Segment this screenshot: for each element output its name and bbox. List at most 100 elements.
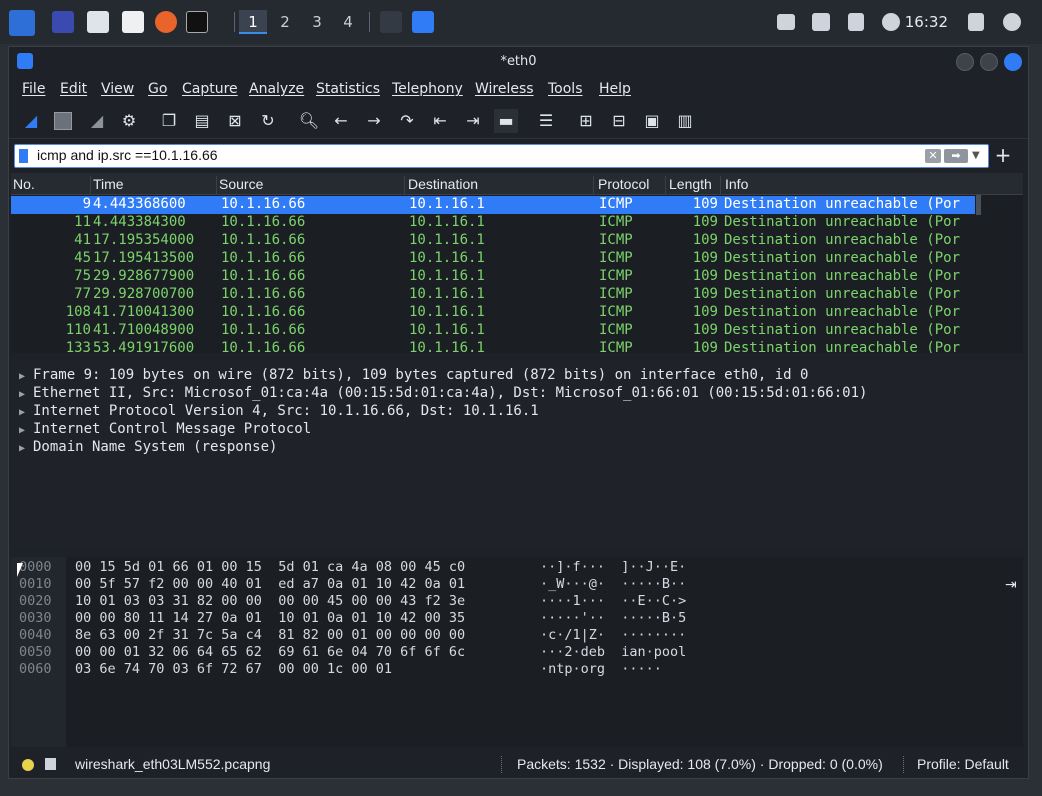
hex-ascii[interactable]: ·c·/1|Z· ········ <box>540 627 686 643</box>
workspace-3[interactable]: 3 <box>303 10 331 34</box>
bookmark-icon[interactable] <box>19 149 28 163</box>
hex-ascii[interactable]: ·ntp·org ····· <box>540 661 662 677</box>
notifications-icon[interactable] <box>848 13 864 31</box>
menu-edit[interactable]: Edit <box>60 81 87 97</box>
hex-bytes[interactable]: 00 5f 57 f2 00 00 40 01 ed a7 0a 01 10 4… <box>75 576 540 592</box>
title-bar[interactable]: *eth0 <box>9 47 1028 77</box>
go-to-packet-icon[interactable]: ↷ <box>395 109 419 133</box>
menu-go[interactable]: Go <box>148 81 167 97</box>
close-button[interactable] <box>1004 53 1022 71</box>
menu-statistics[interactable]: Statistics <box>316 81 380 97</box>
workspace-2[interactable]: 2 <box>271 10 299 34</box>
filter-history-icon[interactable]: ▼ <box>972 149 984 163</box>
lock-icon[interactable] <box>968 13 984 31</box>
zoom-in-icon[interactable]: ⊞ <box>574 109 598 133</box>
packet-row[interactable]: 77 29.928700700 10.1.16.66 10.1.16.1 ICMP 109… <box>11 286 977 304</box>
menu-telephony[interactable]: Telephony <box>392 81 463 97</box>
stop-capture-icon[interactable] <box>51 109 75 133</box>
find-packet-icon[interactable]: 🔍︎ <box>297 109 321 133</box>
packet-bytes[interactable]: 0000 00 15 5d 01 66 01 00 15 5d 01 ca 4a … <box>11 557 1023 747</box>
packet-row[interactable]: 41 17.195354000 10.1.16.66 10.1.16.1 ICMP 109… <box>11 232 977 250</box>
packet-row[interactable]: 45 17.195413500 10.1.16.66 10.1.16.1 ICMP 109… <box>11 250 977 268</box>
hex-bytes[interactable]: 10 01 03 03 31 82 00 00 00 00 45 00 00 4… <box>75 593 540 609</box>
column-protocol[interactable]: Protocol <box>598 176 666 194</box>
packet-list-scrollbar[interactable] <box>975 195 983 353</box>
column-no[interactable]: No. <box>13 176 91 194</box>
hex-bytes[interactable]: 00 00 80 11 14 27 0a 01 10 01 0a 01 10 4… <box>75 610 540 626</box>
hex-ascii[interactable]: ····1··· ··E··C·> <box>540 593 686 609</box>
kali-menu-icon[interactable] <box>9 10 35 36</box>
hex-ascii[interactable]: ·_W···@· ·····B·· <box>540 576 686 592</box>
packet-details[interactable]: ▶ Frame 9: 109 bytes on wire (872 bits), … <box>11 361 1023 549</box>
menu-tools[interactable]: Tools <box>548 81 583 97</box>
hex-row[interactable]: 0040 8e 63 00 2f 31 7c 5a c4 81 82 00 01 … <box>19 627 686 643</box>
power-icon[interactable] <box>882 13 900 31</box>
colorize-icon[interactable]: ☰ <box>534 109 558 133</box>
desktop-icon[interactable] <box>52 11 74 33</box>
hex-bytes[interactable]: 8e 63 00 2f 31 7c 5a c4 81 82 00 01 00 0… <box>75 627 540 643</box>
resize-columns-icon[interactable]: ▥ <box>673 109 697 133</box>
column-time[interactable]: Time <box>93 176 217 194</box>
hex-row[interactable]: 0060 03 6e 74 70 03 6f 72 67 00 00 1c 00 … <box>19 661 662 677</box>
column-destination[interactable]: Destination <box>408 176 594 194</box>
minimize-button[interactable] <box>956 53 974 71</box>
hex-row[interactable]: 0010 00 5f 57 f2 00 00 40 01 ed a7 0a 01 … <box>19 576 686 592</box>
hex-bytes[interactable]: 00 00 01 32 06 64 65 62 69 61 6e 04 70 6… <box>75 644 540 660</box>
filter-text[interactable]: icmp and ip.src ==10.1.16.66 <box>37 147 218 163</box>
hex-row[interactable]: 0000 00 15 5d 01 66 01 00 15 5d 01 ca 4a … <box>19 559 686 575</box>
packet-row[interactable]: 75 29.928677900 10.1.16.66 10.1.16.1 ICMP 109… <box>11 268 977 286</box>
capture-options-icon[interactable]: ⚙ <box>117 109 141 133</box>
volume-icon[interactable] <box>812 13 830 31</box>
menu-view[interactable]: View <box>101 81 134 97</box>
expert-info-icon[interactable] <box>22 759 34 771</box>
packet-row[interactable]: 9 4.443368600 10.1.16.66 10.1.16.1 ICMP 109 De… <box>11 196 977 214</box>
workspace-4[interactable]: 4 <box>334 10 362 34</box>
menu-wireless[interactable]: Wireless <box>475 81 534 97</box>
detail-ip[interactable]: ▶ Internet Protocol Version 4, Src: 10.1.… <box>19 403 539 419</box>
clear-filter-icon[interactable]: ✕ <box>925 149 941 163</box>
close-file-icon[interactable]: ⊠ <box>223 109 247 133</box>
start-capture-icon[interactable]: ◢ <box>19 109 43 133</box>
hex-row[interactable]: 0020 10 01 03 03 31 82 00 00 00 00 45 00 … <box>19 593 686 609</box>
firefox-icon[interactable] <box>155 11 177 33</box>
packet-row[interactable]: 11 4.443384300 10.1.16.66 10.1.16.1 ICMP 109 D… <box>11 214 977 232</box>
go-forward-icon[interactable]: → <box>362 109 386 133</box>
last-packet-icon[interactable]: ⇥ <box>461 109 485 133</box>
go-back-icon[interactable]: ← <box>329 109 353 133</box>
terminal-window-icon[interactable] <box>380 11 402 33</box>
detail-frame[interactable]: ▶ Frame 9: 109 bytes on wire (872 bits), … <box>19 367 808 383</box>
logout-icon[interactable] <box>1003 13 1021 31</box>
hex-bytes[interactable]: 03 6e 74 70 03 6f 72 67 00 00 1c 00 01 <box>75 661 540 677</box>
detail-dns[interactable]: ▶ Domain Name System (response) <box>19 439 277 455</box>
status-profile[interactable]: Profile: Default <box>917 756 1009 772</box>
menu-capture[interactable]: Capture <box>182 81 238 97</box>
normal-size-icon[interactable]: ▣ <box>640 109 664 133</box>
column-info[interactable]: Info <box>725 176 975 194</box>
detail-ethernet[interactable]: ▶ Ethernet II, Src: Microsof_01:ca:4a (00… <box>19 385 867 401</box>
menu-file[interactable]: File <box>22 81 45 97</box>
menu-help[interactable]: Help <box>599 81 631 97</box>
auto-scroll-icon[interactable]: ▬ <box>494 109 518 133</box>
maximize-button[interactable] <box>980 53 998 71</box>
workspace-1[interactable]: 1 <box>239 10 267 34</box>
reload-file-icon[interactable]: ↻ <box>256 109 280 133</box>
hex-ascii[interactable]: ···2·deb ian·pool <box>540 644 686 660</box>
packet-row[interactable]: 133 53.491917600 10.1.16.66 10.1.16.1 ICMP 10… <box>11 340 977 353</box>
hex-row[interactable]: 0030 00 00 80 11 14 27 0a 01 10 01 0a 01 … <box>19 610 686 626</box>
save-file-icon[interactable]: ▤ <box>190 109 214 133</box>
hex-ascii[interactable]: ··]·f··· ]··J··E· <box>540 559 686 575</box>
hex-row[interactable]: 0050 00 00 01 32 06 64 65 62 69 61 6e 04 … <box>19 644 686 660</box>
hex-bytes[interactable]: 00 15 5d 01 66 01 00 15 5d 01 ca 4a 08 0… <box>75 559 540 575</box>
display-filter-input[interactable]: icmp and ip.src ==10.1.16.66 ✕ ➡ ▼ <box>14 144 989 168</box>
first-packet-icon[interactable]: ⇤ <box>428 109 452 133</box>
column-source[interactable]: Source <box>219 176 405 194</box>
text-editor-icon[interactable] <box>122 11 144 33</box>
network-icon[interactable] <box>777 14 795 30</box>
wireshark-window-icon[interactable] <box>412 11 434 33</box>
terminal-icon[interactable] <box>186 11 208 33</box>
detail-icmp[interactable]: ▶ Internet Control Message Protocol <box>19 421 311 437</box>
packet-row[interactable]: 110 41.710048900 10.1.16.66 10.1.16.1 ICMP 10… <box>11 322 977 340</box>
menu-analyze[interactable]: Analyze <box>249 81 304 97</box>
apply-filter-icon[interactable]: ➡ <box>944 149 968 163</box>
capture-comment-icon[interactable] <box>45 758 56 770</box>
